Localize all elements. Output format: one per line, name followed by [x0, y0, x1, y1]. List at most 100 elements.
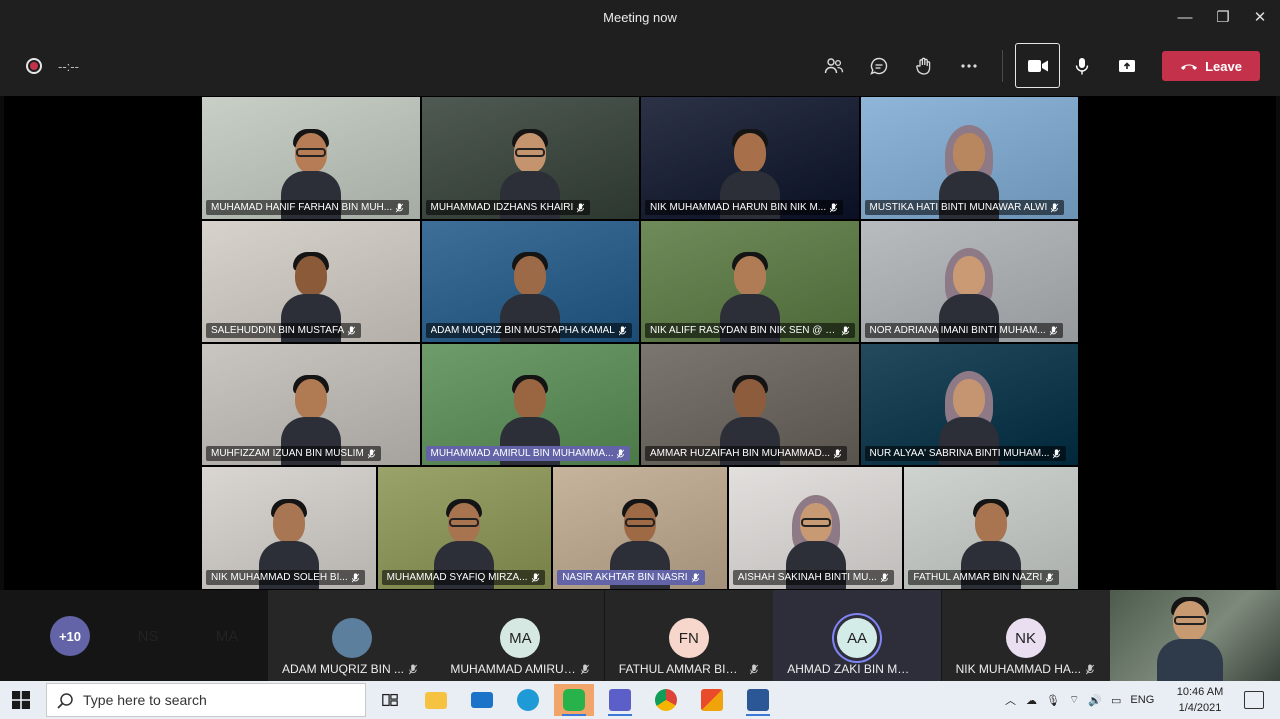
roster-participant-card[interactable]: AA AHMAD ZAKI BIN MOHA...	[773, 590, 942, 681]
video-camera-icon	[1027, 59, 1048, 72]
taskbar-line-app[interactable]	[554, 684, 594, 716]
participant-video-tile[interactable]: NOR ADRIANA IMANI BINTI MUHAM...	[859, 220, 1079, 343]
participant-video-tile[interactable]: AISHAH SAKINAH BINTI MU...	[727, 466, 904, 590]
title-bar: Meeting now — ❐ ✕	[0, 0, 1280, 36]
mic-muted-icon	[1049, 325, 1057, 335]
system-tray: ︿ ☁ 🎙 ⌔ 🔊 ▭ ENG	[1005, 681, 1154, 719]
more-participants-badge[interactable]: +10	[50, 616, 90, 656]
participant-name: FATHUL AMMAR BIN NAZRI	[913, 572, 1043, 583]
participant-video-tile[interactable]: MUHAMMAD SYAFIQ MIRZA...	[376, 466, 553, 590]
participant-name-tag: NASIR AKHTAR BIN NASRI	[557, 570, 705, 585]
mic-muted-icon	[1051, 202, 1059, 212]
raise-hand-button[interactable]	[910, 52, 938, 80]
teams-icon	[609, 689, 631, 711]
participant-name-tag: NOR ADRIANA IMANI BINTI MUHAM...	[864, 323, 1063, 338]
participant-name: AISHAH SAKINAH BINTI MU...	[737, 572, 877, 583]
maximize-button[interactable]: ❐	[1208, 6, 1238, 30]
participant-name: NOR ADRIANA IMANI BINTI MUHAM...	[869, 325, 1046, 336]
microphone-tray-icon[interactable]: 🎙	[1046, 694, 1060, 707]
participant-video-tile[interactable]: NUR ALYAA' SABRINA BINTI MUHAM...	[859, 343, 1079, 466]
taskbar-teams[interactable]	[600, 684, 640, 716]
participant-video-tile[interactable]: MUHFIZZAM IZUAN BIN MUSLIM	[201, 343, 421, 466]
self-video-preview	[1110, 590, 1280, 681]
taskbar-edge[interactable]	[508, 684, 548, 716]
show-participants-button[interactable]	[820, 52, 848, 80]
roster-participant-card[interactable]: ADAM MUQRIZ BIN ...	[268, 590, 436, 681]
mic-muted-icon	[581, 663, 590, 674]
participant-name-tag: MUHAMMAD IDZHANS KHAIRI	[425, 200, 591, 215]
taskbar-word[interactable]	[738, 684, 778, 716]
participant-video-tile[interactable]: MUSTIKA HATI BINTI MUNAWAR ALWI	[859, 96, 1079, 220]
search-placeholder: Type here to search	[83, 692, 207, 708]
participant-video-tile[interactable]: SALEHUDDIN BIN MUSTAFA	[201, 220, 421, 343]
participant-name-tag: ADAM MUQRIZ BIN MUSTAPHA KAMAL	[425, 323, 632, 338]
close-window-button[interactable]: ✕	[1245, 6, 1275, 30]
participant-video-tile[interactable]: ADAM MUQRIZ BIN MUSTAPHA KAMAL	[420, 220, 640, 343]
notifications-icon[interactable]	[1244, 691, 1264, 709]
participant-name-tag: SALEHUDDIN BIN MUSTAFA	[206, 323, 362, 338]
leave-meeting-button[interactable]: Leave	[1162, 51, 1260, 81]
participant-name: NIK MUHAMMAD SOLEH BI...	[211, 572, 348, 583]
participant-name: MUSTIKA HATI BINTI MUNAWAR ALWI	[869, 202, 1048, 213]
roster-avatar[interactable]: NS	[128, 616, 168, 656]
mic-toggle-button[interactable]	[1068, 52, 1096, 80]
video-gallery: MUHAMAD HANIF FARHAN BIN MUH... MUHAMMAD …	[4, 96, 1276, 590]
microphone-icon	[1075, 58, 1089, 75]
chat-app-icon	[563, 689, 585, 711]
chevron-up-icon[interactable]: ︿	[1005, 692, 1016, 708]
participant-video-tile[interactable]: AMMAR HUZAIFAH BIN MUHAMMAD...	[640, 343, 860, 466]
windows-start-icon[interactable]	[12, 691, 30, 709]
mic-muted-icon	[749, 663, 758, 674]
participant-initials-avatar: FN	[668, 618, 709, 658]
participant-video-tile[interactable]: NIK MUHAMMAD SOLEH BI...	[201, 466, 377, 590]
participant-video-tile[interactable]: FATHUL AMMAR BIN NAZRI	[903, 466, 1079, 590]
more-actions-button[interactable]	[955, 52, 983, 80]
camera-toggle-button[interactable]	[1015, 43, 1060, 88]
participant-video-tile[interactable]: NIK ALIFF RASYDAN BIN NIK SEN @ N...	[640, 220, 860, 343]
self-participant-figure	[1157, 597, 1223, 681]
participant-roster-strip: +10 NS MA ADAM MUQRIZ BIN ... MA MUHAMMAD …	[0, 590, 1280, 681]
roster-participant-label: AHMAD ZAKI BIN MOHA...	[787, 662, 937, 676]
participant-name: MUHFIZZAM IZUAN BIN MUSLIM	[211, 448, 364, 459]
participant-initials-avatar: MA	[500, 618, 541, 658]
roster-avatar[interactable]: MA	[207, 616, 247, 656]
taskbar-file-explorer[interactable]	[416, 684, 456, 716]
participant-video-tile[interactable]: NASIR AKHTAR BIN NASRI	[552, 466, 728, 590]
taskbar-search-box[interactable]: Type here to search	[46, 683, 366, 717]
mic-muted-icon	[1085, 663, 1094, 674]
minimize-button[interactable]: —	[1170, 6, 1200, 30]
taskbar-office[interactable]	[692, 684, 732, 716]
roster-participant-card[interactable]: NK NIK MUHAMMAD HA...	[941, 590, 1110, 681]
participant-video-tile[interactable]: NIK MUHAMMAD HARUN BIN NIK M...	[640, 96, 860, 220]
participant-name-tag: AISHAH SAKINAH BINTI MU...	[732, 570, 894, 585]
taskbar-clock[interactable]: 10:46 AM 1/4/2021	[1170, 684, 1230, 716]
people-icon	[824, 58, 844, 74]
participant-video-tile[interactable]: MUHAMAD HANIF FARHAN BIN MUH...	[201, 96, 421, 220]
participant-name-tag: MUSTIKA HATI BINTI MUNAWAR ALWI	[864, 200, 1065, 215]
input-language[interactable]: ENG	[1130, 694, 1154, 706]
participant-initials-avatar: NK	[1005, 618, 1046, 658]
wifi-icon[interactable]: ⌔	[1069, 693, 1079, 707]
participant-name: SALEHUDDIN BIN MUSTAFA	[211, 325, 345, 336]
mic-muted-icon	[395, 202, 404, 212]
search-icon	[57, 693, 73, 709]
recording-indicator-icon	[26, 58, 42, 74]
participant-name: NASIR AKHTAR BIN NASRI	[562, 572, 688, 583]
show-conversation-button[interactable]	[865, 52, 893, 80]
battery-icon[interactable]: ▭	[1111, 694, 1121, 707]
participant-name: MUHAMMAD SYAFIQ MIRZA...	[386, 572, 528, 583]
task-view-button[interactable]	[370, 684, 410, 716]
share-content-button[interactable]	[1113, 52, 1141, 80]
participant-video-tile[interactable]: MUHAMMAD IDZHANS KHAIRI	[420, 96, 640, 220]
leave-label: Leave	[1205, 58, 1242, 74]
participant-name-tag: FATHUL AMMAR BIN NAZRI	[908, 570, 1060, 585]
roster-participant-card[interactable]: MA MUHAMMAD AMIRUL BI...	[436, 590, 605, 681]
participant-name: NIK MUHAMMAD HARUN BIN NIK M...	[650, 202, 827, 213]
taskbar-chrome[interactable]	[646, 684, 686, 716]
taskbar-mail[interactable]	[462, 684, 502, 716]
volume-icon[interactable]: 🔊	[1088, 694, 1102, 707]
participant-video-tile[interactable]: MUHAMMAD AMIRUL BIN MUHAMMA...	[420, 343, 640, 466]
participant-name: ADAM MUQRIZ BIN MUSTAPHA KAMAL	[430, 325, 615, 336]
roster-participant-card[interactable]: FN FATHUL AMMAR BIN ...	[604, 590, 773, 681]
cloud-icon[interactable]: ☁	[1026, 694, 1037, 707]
